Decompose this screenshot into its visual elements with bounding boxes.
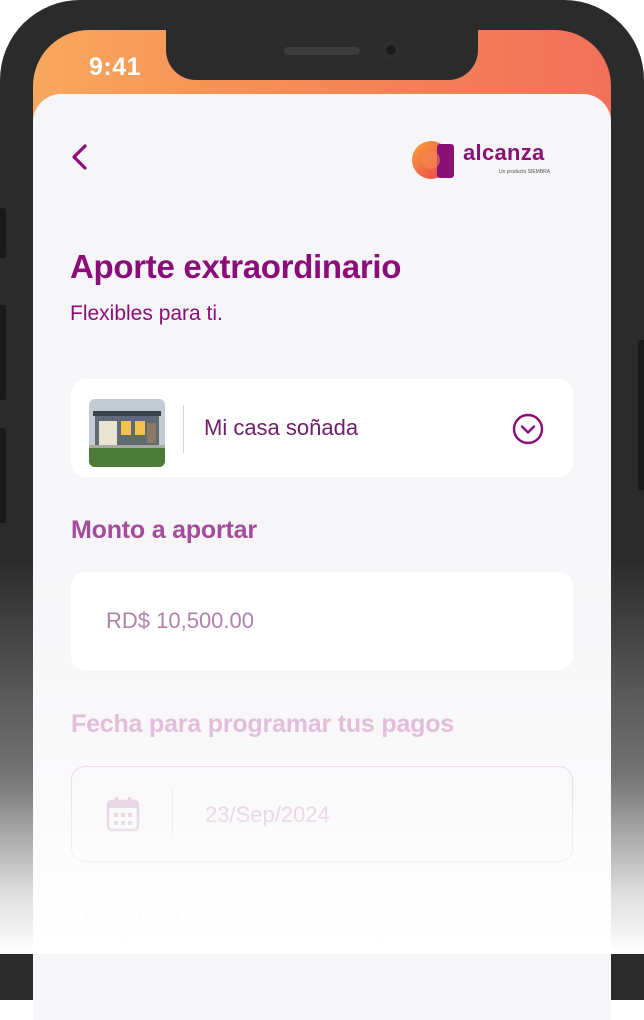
phone-screen: 9:41 alcanza Un producto SIEMBRA Aporte … <box>33 30 611 1020</box>
page-title: Aporte extraordinario <box>70 248 402 285</box>
phone-frame: 9:41 alcanza Un producto SIEMBRA Aporte … <box>0 0 644 1020</box>
amount-field[interactable]: RD$ 10,500.00 <box>71 572 573 670</box>
amount-label: Monto a aportar <box>71 516 257 544</box>
back-button[interactable] <box>65 140 99 174</box>
chevron-left-icon <box>72 144 87 170</box>
volume-up-button <box>0 305 6 400</box>
house-thumbnail <box>89 399 165 467</box>
date-value: 23/Sep/2024 <box>205 802 330 827</box>
app-content: alcanza Un producto SIEMBRA Aporte extra… <box>33 94 611 1020</box>
power-button <box>638 340 644 490</box>
alcanza-logo: alcanza Un producto SIEMBRA <box>411 138 561 182</box>
mute-switch <box>0 208 6 258</box>
house-image-icon <box>89 399 165 467</box>
logo-text: alcanza <box>463 140 545 165</box>
notch <box>166 30 478 80</box>
page-subtitle: Flexibles para ti. <box>70 302 223 325</box>
logo-mark-icon <box>412 141 454 179</box>
chevron-down-circle-icon <box>512 413 544 445</box>
logo-subtext: Un producto SIEMBRA <box>499 169 551 175</box>
divider <box>172 790 173 838</box>
goal-name: Mi casa soñada <box>204 415 359 440</box>
date-field[interactable]: 23/Sep/2024 <box>71 766 573 862</box>
calendar-icon <box>106 796 140 832</box>
status-time: 9:41 <box>89 53 142 81</box>
goal-selector[interactable]: Mi casa soñada <box>71 379 573 477</box>
goal-dropdown-button[interactable] <box>512 413 544 445</box>
payment-method-label: Método de pago <box>71 908 260 936</box>
speaker <box>284 47 360 55</box>
volume-down-button <box>0 428 6 523</box>
amount-value: RD$ 10,500.00 <box>106 608 254 633</box>
camera <box>382 41 400 59</box>
date-label: Fecha para programar tus pagos <box>71 710 455 738</box>
divider <box>183 405 184 453</box>
